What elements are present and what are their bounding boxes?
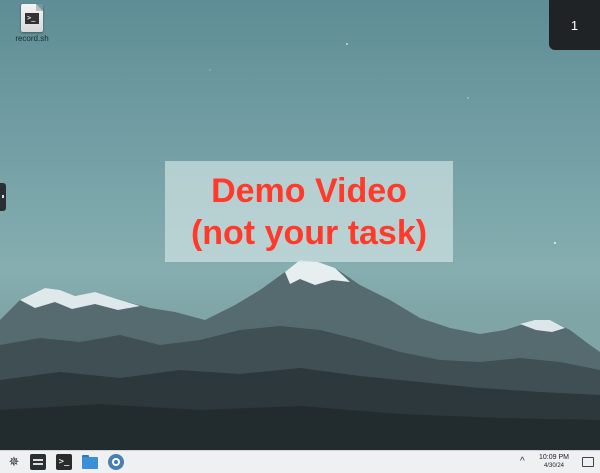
demo-video-overlay: Demo Video (not your task): [165, 161, 453, 262]
overlay-subtitle: (not your task): [190, 213, 428, 252]
chromium-browser-icon[interactable]: [108, 454, 124, 470]
terminal-icon[interactable]: >_: [56, 454, 72, 470]
overlay-title: Demo Video: [211, 171, 407, 210]
application-launcher-icon[interactable]: ✵: [6, 454, 22, 470]
workspace-number: 1: [570, 18, 579, 33]
clock[interactable]: 10:09 PM 4/30/24: [534, 453, 574, 470]
system-monitor-icon[interactable]: [30, 454, 46, 470]
desktop-icon-label: record.sh: [15, 34, 49, 43]
terminal-glyph: >_: [58, 457, 70, 467]
workspace-indicator[interactable]: 1: [549, 0, 600, 50]
tray-expand-arrow-icon[interactable]: ^: [520, 454, 525, 470]
taskbar: ✵ >_ ^ 10:09 PM 4/30/24: [0, 450, 600, 473]
show-desktop-icon[interactable]: [582, 457, 594, 467]
side-panel-handle[interactable]: [0, 183, 6, 211]
desktop-icon-record-sh[interactable]: >_ record.sh: [10, 4, 54, 43]
clock-time: 10:09 PM: [539, 454, 569, 461]
shell-script-file-icon: >_: [21, 4, 43, 32]
clock-date: 4/30/24: [543, 463, 565, 469]
desktop: >_ record.sh 1 Demo Video (not your task…: [0, 0, 600, 450]
file-manager-icon[interactable]: [82, 454, 98, 470]
